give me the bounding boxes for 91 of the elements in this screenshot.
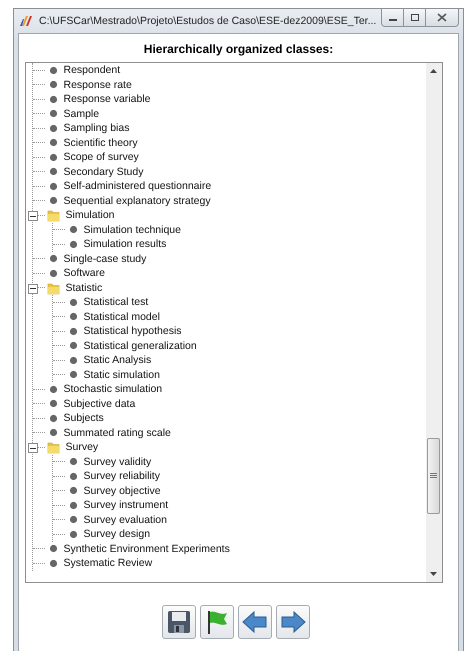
bullet-icon xyxy=(68,326,78,336)
tree-item[interactable]: Static Analysis xyxy=(52,353,426,368)
tree-item[interactable]: Survey instrument xyxy=(52,498,426,512)
tree-item[interactable]: Software xyxy=(32,266,426,280)
bullet-icon xyxy=(48,138,58,148)
collapse-toggle-icon[interactable] xyxy=(28,284,38,294)
bullet-icon xyxy=(48,544,58,554)
tree-item[interactable]: Response variable xyxy=(32,92,426,106)
tree-item[interactable]: Statistic xyxy=(38,280,426,295)
collapse-toggle-icon[interactable] xyxy=(28,443,38,453)
left-arrow-icon xyxy=(242,609,268,635)
tree-item[interactable]: Subjective data xyxy=(32,396,426,411)
tree-item[interactable]: Survey xyxy=(38,440,426,454)
tree-item[interactable]: Stochastic simulation xyxy=(32,382,426,396)
forward-button[interactable] xyxy=(276,605,310,639)
tree-item[interactable]: Survey objective xyxy=(52,484,426,498)
bullet-icon xyxy=(48,167,58,176)
bullet-icon xyxy=(68,472,78,481)
tree-item[interactable]: Scientific theory xyxy=(32,136,426,150)
tree-item[interactable]: Statistical generalization xyxy=(52,338,426,353)
maximize-button[interactable] xyxy=(403,9,426,27)
bullet-icon xyxy=(68,500,78,510)
tree-item[interactable]: Systematic Review xyxy=(32,556,426,570)
flag-button[interactable] xyxy=(200,605,234,639)
window-title: C:\UFSCar\Mestrado\Projeto\Estudos de Caso\ESE-dez2009\ESE_Ter... xyxy=(39,15,377,27)
tree-item[interactable]: Scope of survey xyxy=(32,150,426,164)
bullet-icon xyxy=(68,530,78,539)
tree-item[interactable]: Statistical test xyxy=(52,295,426,310)
bullet-icon xyxy=(68,312,78,322)
folder-icon xyxy=(46,440,60,454)
bullet-icon xyxy=(68,486,78,496)
bullet-icon xyxy=(48,66,58,75)
tree-item[interactable]: Sampling bias xyxy=(32,121,426,136)
tree-item[interactable]: Single-case study xyxy=(32,252,426,266)
right-arrow-icon xyxy=(280,609,306,635)
bullet-icon xyxy=(68,298,78,307)
bullet-icon xyxy=(48,428,58,438)
tree-item[interactable]: Self-administered questionnaire xyxy=(32,179,426,194)
tree-item[interactable]: Survey design xyxy=(52,527,426,542)
maximize-icon xyxy=(410,13,420,22)
bullet-icon xyxy=(48,414,58,423)
bullet-icon xyxy=(48,399,58,408)
tree-item[interactable]: Simulation xyxy=(38,208,426,222)
bullet-icon xyxy=(48,124,58,133)
heading: Hierarchically organized classes: xyxy=(144,41,334,58)
tree-item[interactable]: Synthetic Environment Experiments xyxy=(32,542,426,556)
tree-item[interactable]: Simulation results xyxy=(52,237,426,252)
bullet-icon xyxy=(48,94,58,104)
bullet-icon xyxy=(68,240,78,249)
bullet-icon xyxy=(68,370,78,380)
bullet-icon xyxy=(48,196,58,206)
bullet-icon xyxy=(68,225,78,234)
tree-item[interactable]: Secondary Study xyxy=(32,164,426,179)
bullet-icon xyxy=(48,384,58,394)
bullet-icon xyxy=(48,558,58,568)
tree-item[interactable]: Subjects xyxy=(32,411,426,426)
tree-item[interactable]: Survey evaluation xyxy=(52,512,426,527)
bullet-icon xyxy=(48,182,58,191)
tree-item[interactable]: Response rate xyxy=(32,78,426,92)
minimize-button[interactable] xyxy=(381,9,404,27)
app-icon xyxy=(20,15,34,27)
close-icon xyxy=(437,13,447,22)
bullet-icon xyxy=(48,109,58,118)
close-button[interactable] xyxy=(425,9,459,27)
scroll-up-icon[interactable] xyxy=(430,69,437,73)
tree-item[interactable]: Static simulation xyxy=(52,368,426,382)
tree-item[interactable]: Statistical model xyxy=(52,310,426,324)
bullet-icon xyxy=(68,457,78,466)
bullet-icon xyxy=(48,152,58,162)
tree-item[interactable]: Sample xyxy=(32,106,426,121)
tree-item[interactable]: Statistical hypothesis xyxy=(52,324,426,338)
bullet-icon xyxy=(68,356,78,365)
bullet-icon xyxy=(68,515,78,524)
tree-item[interactable]: Survey reliability xyxy=(52,469,426,484)
scroll-thumb[interactable] xyxy=(427,438,440,514)
bullet-icon xyxy=(48,80,58,90)
tree-item[interactable]: Summated rating scale xyxy=(32,426,426,440)
vertical-scrollbar[interactable] xyxy=(426,63,442,582)
bullet-icon xyxy=(48,254,58,264)
tree-item[interactable]: Respondent xyxy=(32,63,426,78)
save-button[interactable] xyxy=(162,605,196,639)
tree-item[interactable]: Sequential explanatory strategy xyxy=(32,194,426,208)
folder-icon xyxy=(46,280,60,295)
tree-item[interactable]: Survey validity xyxy=(52,454,426,469)
scroll-down-icon[interactable] xyxy=(430,572,437,576)
tree-item[interactable]: Simulation technique xyxy=(52,222,426,237)
bullet-icon xyxy=(48,268,58,278)
back-button[interactable] xyxy=(238,605,272,639)
bullet-icon xyxy=(68,341,78,350)
folder-icon xyxy=(46,208,60,222)
collapse-toggle-icon[interactable] xyxy=(28,211,38,221)
